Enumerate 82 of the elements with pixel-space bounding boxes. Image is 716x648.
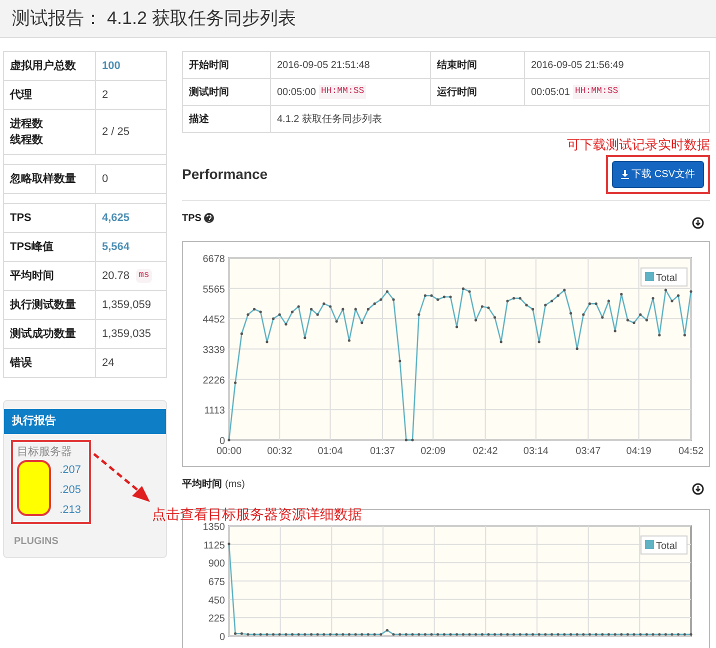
info-value: 2016-09-05 21:56:49 (531, 58, 624, 72)
panel-title: 执行报告 (4, 409, 166, 434)
redaction-box (17, 460, 51, 516)
summary-label: 忽略取样数量 (10, 172, 77, 187)
info-label: 描述 (182, 106, 270, 132)
chart-legend: Total (640, 535, 688, 554)
y-tick-label: 1125 (203, 540, 225, 551)
x-tick-label: 00:32 (267, 446, 292, 456)
summary-label: 进程数 (10, 116, 44, 132)
summary-value: 20.78 (102, 268, 130, 284)
summary-value: 1,359,059 (102, 298, 151, 313)
x-tick-label: 02:09 (420, 446, 446, 456)
x-tick-label: 03:14 (523, 446, 548, 456)
section-title: Performance (182, 164, 268, 184)
info-value: 00:05:00 (277, 86, 316, 100)
x-tick-label: 04:19 (626, 446, 652, 456)
chart-unit: (ms) (225, 478, 245, 492)
dashed-arrow (92, 452, 152, 504)
summary-label: 平均时间 (10, 268, 55, 284)
plugins-label: PLUGINS (13, 535, 60, 549)
chart-legend: Total (640, 267, 688, 286)
y-tick-label: 675 (208, 576, 225, 588)
y-tick-label: 450 (208, 594, 225, 606)
x-tick-label: 01:37 (370, 446, 395, 456)
info-label: 开始时间 (182, 52, 270, 78)
chart-title: 平均时间 (182, 478, 222, 492)
download-icon[interactable] (692, 482, 704, 494)
summary-label: TPS峰值 (10, 240, 54, 255)
x-tick-label: 03:47 (576, 446, 601, 456)
y-tick-label: 4452 (202, 314, 225, 326)
server-link[interactable]: .205 (60, 480, 81, 500)
info-label: 运行时间 (430, 78, 524, 106)
legend-label: Total (656, 272, 678, 284)
y-tick-label: 0 (219, 632, 225, 642)
y-tick-label: 2226 (202, 374, 225, 386)
page-title: 测试报告： 4.1.2 获取任务同步列表 (12, 7, 296, 30)
y-tick-label: 900 (208, 558, 225, 570)
annotation-note: 点击查看目标服务器资源详细数据 (152, 505, 362, 523)
annotation-note: 可下载测试记录实时数据 (567, 136, 710, 154)
summary-value: 2 (102, 88, 108, 103)
summary-label: TPS (10, 211, 32, 226)
y-tick-label: 1350 (202, 522, 225, 532)
y-tick-label: 5565 (202, 284, 225, 295)
help-icon[interactable] (204, 213, 214, 223)
x-tick-label: 04:52 (678, 446, 704, 456)
info-value: 00:05:01 (531, 86, 570, 100)
summary-value: 4,625 (102, 210, 130, 226)
x-tick-label: 01:04 (318, 446, 343, 456)
summary-value: 2 / 25 (102, 124, 130, 140)
unit-badge: HH:MM:SS (318, 85, 366, 99)
y-tick-label: 1113 (204, 405, 225, 416)
summary-value: 100 (102, 58, 120, 74)
info-value: 2016-09-05 21:51:48 (277, 58, 370, 72)
summary-value: 0 (102, 172, 108, 187)
y-tick-label: 6678 (202, 254, 225, 264)
y-tick-label: 3339 (202, 344, 225, 356)
summary-value: 24 (102, 356, 114, 371)
server-link[interactable]: .213 (60, 500, 81, 520)
y-tick-label: 0 (219, 436, 225, 446)
section-label: 目标服务器 (17, 444, 73, 460)
info-label: 结束时间 (430, 52, 524, 78)
chart-title: TPS (182, 212, 202, 226)
download-icon (620, 170, 629, 178)
info-value: 4.1.2 获取任务同步列表 (277, 112, 382, 126)
info-label: 测试时间 (182, 78, 270, 106)
summary-value: 5,564 (102, 240, 130, 255)
summary-label: 虚拟用户总数 (10, 58, 77, 74)
server-link[interactable]: .207 (60, 460, 81, 480)
summary-value: 1,359,035 (102, 326, 151, 342)
summary-label: 测试成功数量 (10, 326, 77, 342)
summary-label: 线程数 (10, 132, 44, 148)
unit-badge: ms (136, 269, 152, 283)
summary-label: 代理 (10, 88, 33, 103)
summary-label: 执行测试数量 (10, 298, 77, 313)
y-tick-label: 225 (208, 613, 225, 624)
legend-label: Total (656, 540, 678, 552)
unit-badge: HH:MM:SS (572, 85, 620, 99)
summary-label: 错误 (10, 356, 33, 371)
download-icon[interactable] (692, 216, 704, 228)
download-csv-button[interactable]: 下载 CSV文件 (612, 160, 704, 188)
x-tick-label: 02:42 (472, 446, 498, 456)
x-tick-label: 00:00 (216, 446, 242, 456)
